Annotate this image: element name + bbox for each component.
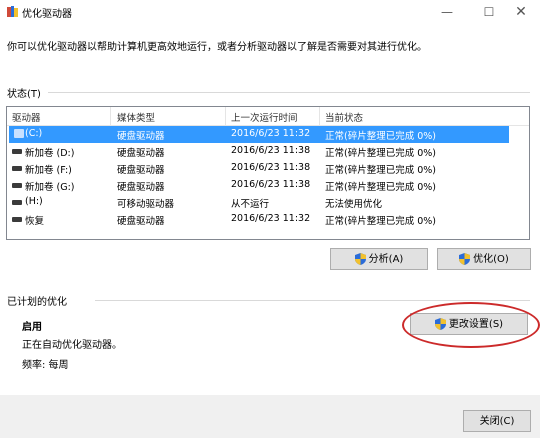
- scheduled-section-label: 已计划的优化: [7, 297, 67, 308]
- drive-list-header: 驱动器 媒体类型 上一次运行时间 当前状态: [7, 107, 529, 126]
- column-divider[interactable]: [110, 107, 111, 125]
- current-status: 无法使用优化: [325, 199, 383, 210]
- media-type: 可移动驱动器: [117, 199, 175, 210]
- current-status: 正常(碎片整理已完成 0%): [325, 165, 437, 176]
- drive-row-g[interactable]: 新加卷 (G:) 硬盘驱动器 2016/6/23 11:38 正常(碎片整理已完…: [7, 177, 529, 194]
- media-type: 硬盘驱动器: [117, 216, 165, 227]
- last-run: 2016/6/23 11:32: [231, 213, 311, 224]
- column-divider[interactable]: [319, 107, 320, 125]
- drive-row-d[interactable]: 新加卷 (D:) 硬盘驱动器 2016/6/23 11:38 正常(碎片整理已完…: [7, 143, 529, 160]
- hard-drive-icon: [12, 183, 22, 188]
- media-type: 硬盘驱动器: [117, 148, 165, 159]
- last-run: 2016/6/23 11:38: [231, 145, 311, 156]
- drive-row-recovery[interactable]: 恢复 硬盘驱动器 2016/6/23 11:32 正常(碎片整理已完成 0%): [7, 211, 529, 228]
- optimize-button-label: 优化(O): [473, 254, 509, 265]
- hard-drive-icon: [12, 149, 22, 154]
- schedule-frequency: 频率: 每周: [22, 360, 69, 371]
- column-header-media-type[interactable]: 媒体类型: [117, 110, 155, 124]
- drive-name: 新加卷 (D:): [25, 148, 75, 159]
- scheduled-section-divider: [95, 300, 530, 301]
- media-type: 硬盘驱动器: [117, 182, 165, 193]
- close-window-button[interactable]: ✕: [506, 2, 536, 22]
- column-header-drive[interactable]: 驱动器: [12, 110, 41, 124]
- annotation-circle: [402, 302, 540, 348]
- status-section-label: 状态(T): [7, 89, 41, 100]
- drive-name: 恢复: [25, 216, 45, 227]
- drive-row-f[interactable]: 新加卷 (F:) 硬盘驱动器 2016/6/23 11:38 正常(碎片整理已完…: [7, 160, 529, 177]
- title-bar: 优化驱动器 — ☐ ✕: [0, 0, 540, 24]
- analyze-button-label: 分析(A): [368, 254, 404, 265]
- drive-row-h[interactable]: (H:) 可移动驱动器 从不运行 无法使用优化: [7, 194, 529, 211]
- intro-text: 你可以优化驱动器以帮助计算机更高效地运行，或者分析驱动器以了解是否需要对其进行优…: [7, 42, 427, 53]
- media-type: 硬盘驱动器: [117, 165, 165, 176]
- minimize-button[interactable]: —: [432, 2, 462, 22]
- uac-shield-icon: [459, 253, 471, 265]
- drive-name: 新加卷 (F:): [25, 165, 72, 176]
- removable-drive-icon: [12, 200, 22, 205]
- schedule-status: 启用: [22, 322, 42, 333]
- hard-drive-icon: [12, 217, 22, 222]
- status-section-divider: [48, 92, 530, 93]
- hard-drive-icon: [12, 166, 22, 171]
- current-status: 正常(碎片整理已完成 0%): [325, 216, 437, 227]
- media-type: 硬盘驱动器: [117, 131, 165, 142]
- optimize-button[interactable]: 优化(O): [437, 248, 531, 270]
- uac-shield-icon: [354, 253, 366, 265]
- schedule-description: 正在自动优化驱动器。: [22, 340, 122, 351]
- last-run: 2016/6/23 11:32: [231, 128, 311, 139]
- drive-name: (C:): [25, 128, 43, 139]
- close-button[interactable]: 关闭(C): [463, 410, 531, 432]
- last-run: 2016/6/23 11:38: [231, 162, 311, 173]
- hard-drive-icon: [14, 129, 24, 138]
- last-run: 2016/6/23 11:38: [231, 179, 311, 190]
- dialog-footer: 关闭(C): [0, 395, 540, 438]
- drive-name: (H:): [25, 196, 43, 207]
- current-status: 正常(碎片整理已完成 0%): [325, 182, 437, 193]
- column-header-current-status[interactable]: 当前状态: [325, 110, 363, 124]
- current-status: 正常(碎片整理已完成 0%): [325, 148, 437, 159]
- defrag-app-icon: [7, 6, 18, 17]
- drive-list[interactable]: 驱动器 媒体类型 上一次运行时间 当前状态 (C:) 硬盘驱动器 2016/6/…: [6, 106, 530, 240]
- window-title: 优化驱动器: [22, 9, 72, 20]
- analyze-button[interactable]: 分析(A): [330, 248, 428, 270]
- current-status: 正常(碎片整理已完成 0%): [325, 131, 437, 142]
- column-header-last-run[interactable]: 上一次运行时间: [231, 110, 298, 124]
- maximize-button[interactable]: ☐: [474, 2, 504, 22]
- drive-row-c[interactable]: (C:) 硬盘驱动器 2016/6/23 11:32 正常(碎片整理已完成 0%…: [9, 126, 509, 143]
- column-divider[interactable]: [225, 107, 226, 125]
- last-run: 从不运行: [231, 199, 270, 210]
- drive-name: 新加卷 (G:): [25, 182, 75, 193]
